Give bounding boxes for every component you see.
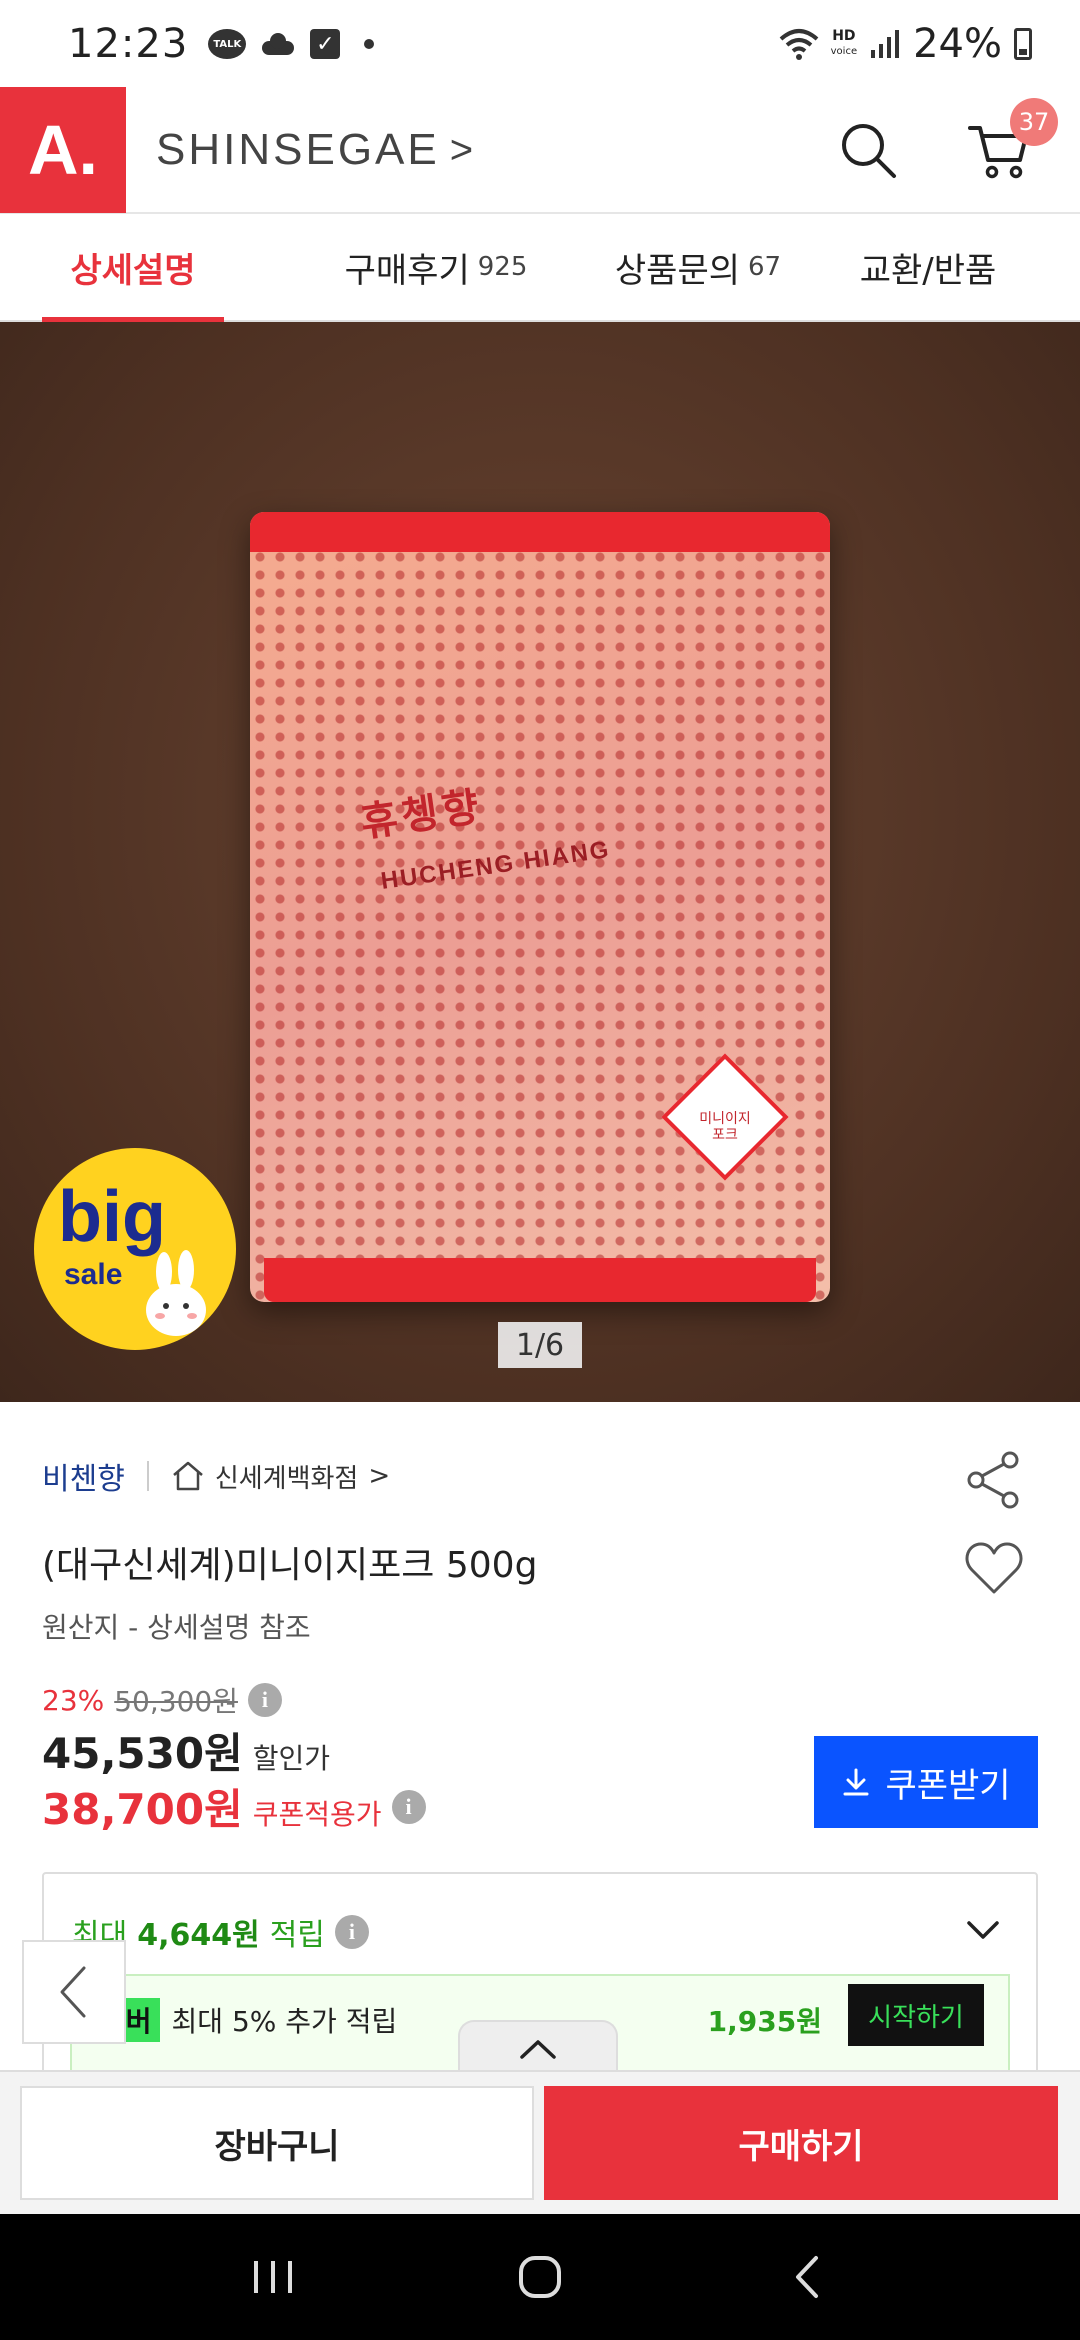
big-sale-sale-text: sale	[64, 1258, 123, 1291]
cart-button[interactable]: 37	[968, 98, 1058, 180]
app-logo[interactable]: A.	[0, 87, 126, 213]
big-sale-badge: big sale	[34, 1148, 236, 1350]
tab-count: 67	[748, 252, 782, 282]
coupon-download-button[interactable]: 쿠폰받기	[814, 1736, 1038, 1828]
original-price-row: 23% 50,300원 i	[42, 1680, 282, 1720]
original-price: 50,300원	[114, 1685, 238, 1718]
reward-suffix: 적립	[269, 1918, 325, 1953]
discount-rate: 23%	[42, 1683, 105, 1717]
start-membership-button[interactable]: 시작하기	[848, 1984, 984, 2046]
brand-name: SHINSEGAE	[156, 125, 440, 174]
tab-label: 상품문의	[614, 250, 741, 291]
app-header: A. SHINSEGAE > 37	[0, 87, 1080, 214]
recent-apps-icon	[254, 2261, 293, 2293]
product-image-carousel[interactable]: 휴쳉향 HUCHENG HIANG 미니이지포크 big sale 1/6	[0, 322, 1080, 1402]
tab-label: 상세설명	[70, 250, 196, 291]
chevron-up-icon	[520, 2040, 556, 2059]
search-icon	[842, 124, 896, 178]
image-page-indicator: 1/6	[498, 1322, 582, 1368]
recent-apps-button[interactable]	[243, 2247, 303, 2307]
buy-now-button[interactable]: 구매하기	[544, 2086, 1058, 2200]
package-brand-en-text: HUCHENG HIANG	[379, 836, 613, 895]
cart-count-badge: 37	[1010, 98, 1058, 146]
heart-icon	[965, 1542, 1023, 1594]
detail-tabs: 상세설명 구매후기 925 상품문의 67 교환/반품	[0, 213, 1080, 323]
share-icon	[967, 1451, 1019, 1509]
coupon-price-label: 쿠폰적용가	[252, 1798, 382, 1831]
package-top-seal	[250, 512, 830, 552]
system-nav-bar	[0, 2214, 1080, 2340]
status-time: 12:23	[68, 21, 189, 67]
system-back-button[interactable]	[777, 2247, 837, 2307]
bunny-icon	[146, 1250, 206, 1336]
seller-link[interactable]: 비첸향	[42, 1454, 125, 1498]
kakaotalk-icon: TALK	[208, 29, 247, 59]
status-bar: 12:23 TALK ✓ HD voice 24%	[0, 0, 1080, 88]
wishlist-button[interactable]	[964, 1540, 1024, 1596]
purchase-action-bar: 장바구니 구매하기	[0, 2070, 1080, 2214]
home-circle-icon	[518, 2256, 561, 2298]
tab-label: 구매후기	[344, 250, 470, 291]
product-origin: 원산지 - 상세설명 참조	[42, 1611, 311, 1644]
back-button[interactable]	[22, 1940, 126, 2044]
store-link[interactable]: 신세계백화점 >	[171, 1458, 390, 1495]
download-icon	[843, 1768, 869, 1796]
store-name: 신세계백화점	[214, 1463, 359, 1494]
package-bottom-seal	[264, 1258, 816, 1302]
brand-link[interactable]: SHINSEGAE >	[156, 125, 476, 175]
coupon-button-label: 쿠폰받기	[885, 1765, 1011, 1806]
info-icon[interactable]: i	[391, 1789, 426, 1824]
big-sale-big-text: big	[58, 1177, 166, 1257]
cloud-icon	[260, 33, 296, 55]
sale-price-row: 45,530원 할인가	[42, 1720, 330, 1781]
chevron-left-icon	[60, 1966, 86, 2018]
info-icon[interactable]: i	[334, 1915, 369, 1949]
coupon-price: 38,700원	[42, 1785, 243, 1834]
share-button[interactable]	[964, 1450, 1024, 1510]
tab-count: 925	[477, 252, 528, 282]
back-arrow-icon	[795, 2256, 818, 2298]
chevron-right-icon: >	[449, 127, 477, 172]
seller-row: 비첸향 신세계백화점 >	[42, 1454, 390, 1498]
wifi-icon	[779, 29, 818, 60]
coupon-price-row: 38,700원 쿠폰적용가 i	[42, 1776, 426, 1837]
package-label-text: 미니이지포크	[699, 1110, 751, 1142]
package-brand-text: 휴쳉향	[358, 784, 486, 846]
product-title: (대구신세계)미니이지포크 500g	[42, 1545, 538, 1586]
divider	[146, 1461, 149, 1491]
member-reward-amount: 1,935원	[707, 2005, 822, 2038]
chevron-down-icon[interactable]	[966, 1918, 1000, 1942]
home-button[interactable]	[510, 2247, 570, 2307]
membership-row: 멤버 최대 5% 추가 적립	[92, 1998, 397, 2042]
info-icon[interactable]: i	[247, 1683, 282, 1717]
tab-exchange-return[interactable]: 교환/반품	[838, 213, 1018, 321]
reward-amount: 4,644원	[137, 1918, 260, 1953]
checkbox-icon: ✓	[310, 29, 341, 59]
tab-description[interactable]: 상세설명	[42, 213, 224, 323]
product-package-image: 휴쳉향 HUCHENG HIANG 미니이지포크	[250, 512, 830, 1302]
hd-voice-icon: HD voice	[830, 28, 858, 57]
sale-price-label: 할인가	[252, 1742, 330, 1775]
chevron-right-icon: >	[368, 1461, 391, 1491]
notification-dot-icon	[364, 39, 375, 49]
tab-qna[interactable]: 상품문의 67	[588, 213, 808, 321]
battery-percent: 24%	[913, 21, 1002, 67]
signal-icon	[871, 30, 900, 58]
sale-price: 45,530원	[42, 1729, 243, 1778]
home-icon	[172, 1461, 203, 1491]
battery-icon	[1014, 28, 1032, 60]
tab-label: 교환/반품	[859, 250, 997, 291]
search-button[interactable]	[838, 120, 898, 180]
member-reward-text: 최대 5% 추가 적립	[171, 2005, 398, 2038]
tab-reviews[interactable]: 구매후기 925	[326, 213, 546, 321]
bottom-sheet-handle[interactable]	[458, 2020, 618, 2076]
add-to-cart-button[interactable]: 장바구니	[20, 2086, 534, 2200]
